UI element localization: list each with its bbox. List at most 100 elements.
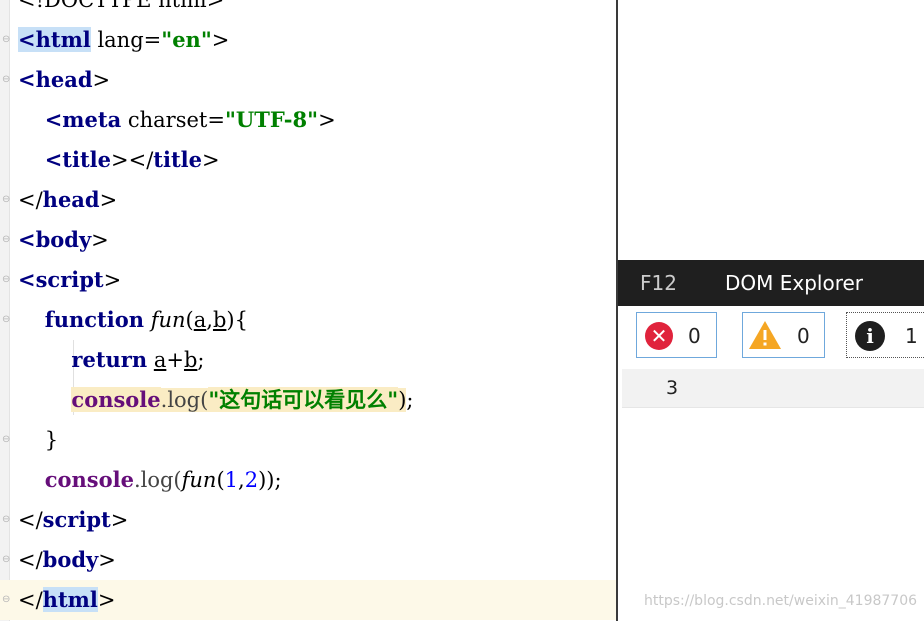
code-token: ));	[258, 468, 282, 492]
code-text: console.log(fun(1,2));	[18, 467, 282, 493]
code-line[interactable]: ⊖ function fun(a,b){	[0, 300, 616, 340]
code-token: fun	[181, 468, 217, 492]
code-line[interactable]: console.log("这句话可以看见么");	[0, 380, 616, 420]
code-token: "这句话可以看见么"	[208, 387, 399, 412]
code-token: >	[91, 228, 109, 252]
warning-icon	[749, 321, 781, 349]
code-token: html	[42, 587, 98, 612]
tab-dom-explorer[interactable]: DOM Explorer	[725, 271, 863, 295]
code-token: >	[202, 148, 220, 172]
code-text: </script>	[18, 507, 128, 533]
tab-f12[interactable]: F12	[640, 271, 677, 295]
fold-marker-icon[interactable]: ⊖	[2, 194, 12, 206]
code-token: charset=	[121, 108, 225, 132]
code-token: ;	[406, 388, 414, 412]
code-line[interactable]: ⊖ </script>	[0, 500, 616, 540]
code-token: ;	[197, 348, 205, 372]
code-line[interactable]: console.log(fun(1,2));	[0, 460, 616, 500]
code-token: >	[110, 508, 129, 532]
code-text: </body>	[18, 547, 116, 573]
code-token: }	[18, 428, 59, 452]
code-token: a	[153, 348, 167, 372]
console-output-value: 3	[666, 377, 679, 399]
console-toolbar: ✕ 0 0 i 1	[618, 306, 924, 369]
code-editor[interactable]: <!DOCTYPE html> ⊖ <html lang="en"> ⊖ <head> …	[0, 0, 616, 621]
code-token: >	[97, 588, 116, 612]
fold-marker-icon[interactable]: ⊖	[2, 554, 12, 566]
code-text: function fun(a,b){	[18, 307, 248, 333]
code-token: <head	[18, 67, 93, 92]
gutter-spacer	[2, 0, 12, 6]
code-line[interactable]: ⊖ </html>	[0, 580, 616, 620]
code-token: .log(	[160, 388, 209, 412]
code-line[interactable]: ⊖ <body>	[0, 220, 616, 260]
code-line[interactable]: <meta charset="UTF-8">	[0, 100, 616, 140]
warnings-filter-button[interactable]: 0	[742, 312, 825, 358]
code-token: >	[211, 28, 230, 52]
warnings-count: 0	[797, 324, 810, 348]
fold-marker-icon[interactable]: ⊖	[2, 274, 12, 286]
console-output-row: 3	[622, 369, 924, 408]
code-text: console.log("这句话可以看见么");	[18, 387, 413, 413]
code-token: ){	[226, 308, 248, 332]
code-token: function	[44, 307, 145, 332]
code-token: ,	[238, 468, 245, 492]
code-text: <script>	[18, 267, 121, 293]
code-token: <meta	[44, 107, 122, 132]
fold-marker-icon[interactable]: ⊖	[2, 434, 12, 446]
fold-marker-icon[interactable]: ⊖	[2, 34, 12, 46]
code-line[interactable]: ⊖ <head>	[0, 60, 616, 100]
code-token: b	[212, 308, 227, 332]
code-token: script	[42, 507, 111, 532]
code-token: <script	[18, 267, 104, 292]
gutter-spacer	[2, 394, 12, 406]
code-token: body	[42, 547, 99, 572]
code-token: lang=	[90, 28, 162, 52]
code-line[interactable]: return a+b;	[0, 340, 616, 380]
code-text: <html lang="en">	[18, 27, 229, 53]
code-line[interactable]: ⊖ <script>	[0, 260, 616, 300]
code-token: ,	[206, 308, 213, 332]
code-token: b	[183, 348, 198, 372]
fold-marker-icon[interactable]: ⊖	[2, 234, 12, 246]
code-line[interactable]: ⊖ </body>	[0, 540, 616, 580]
code-token: (	[185, 308, 194, 332]
code-token: </	[18, 188, 43, 212]
code-token: </	[18, 548, 43, 572]
code-text: </head>	[18, 187, 117, 213]
devtools-tab-bar: F12 DOM Explorer	[618, 260, 924, 306]
fold-marker-icon[interactable]: ⊖	[2, 514, 12, 526]
code-token: ></	[111, 148, 154, 172]
fold-marker-icon[interactable]: ⊖	[2, 314, 12, 326]
info-filter-button[interactable]: i 1	[846, 312, 924, 358]
code-line[interactable]: ⊖ }	[0, 420, 616, 460]
code-token: <!DOCTYPE html>	[18, 0, 225, 12]
code-token: (	[216, 468, 225, 492]
fold-marker-icon[interactable]: ⊖	[2, 74, 12, 86]
errors-count: 0	[688, 324, 701, 348]
code-token: </	[18, 588, 43, 612]
code-token: .log(	[133, 468, 182, 492]
code-line[interactable]: <title></title>	[0, 140, 616, 180]
errors-filter-button[interactable]: ✕ 0	[636, 312, 717, 358]
code-line[interactable]: ⊖ <html lang="en">	[0, 20, 616, 60]
code-token: +	[166, 348, 184, 372]
code-token: >	[318, 108, 336, 132]
code-token: fun	[150, 308, 186, 332]
code-line[interactable]: ⊖ </head>	[0, 180, 616, 220]
code-text: <body>	[18, 227, 109, 253]
fold-marker-icon[interactable]: ⊖	[2, 594, 12, 606]
code-text: <meta charset="UTF-8">	[18, 107, 336, 133]
code-text: </html>	[18, 587, 115, 613]
code-line[interactable]: <!DOCTYPE html>	[0, 0, 616, 20]
code-token: 1	[224, 468, 239, 492]
gutter-spacer	[2, 474, 12, 486]
code-token: return	[71, 347, 148, 372]
